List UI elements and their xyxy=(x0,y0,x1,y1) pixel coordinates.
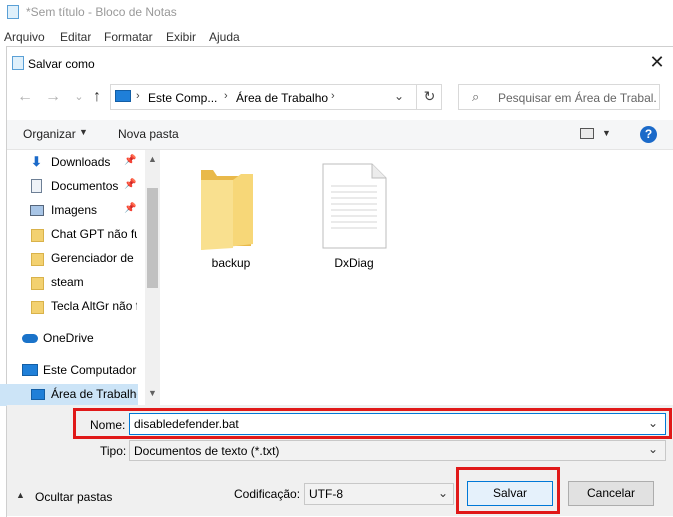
filename-label: Nome: xyxy=(90,418,126,432)
folder-icon xyxy=(31,301,44,314)
filename-dropdown-icon[interactable]: ⌄ xyxy=(648,416,658,430)
computer-icon xyxy=(115,90,131,102)
save-button[interactable]: Salvar xyxy=(467,481,553,506)
sidebar-item-gerenciador[interactable]: Gerenciador de D xyxy=(0,248,138,270)
sidebar-item-onedrive[interactable]: OneDrive xyxy=(0,328,138,350)
sidebar-item-este-computador[interactable]: Este Computador xyxy=(0,360,138,382)
menu-ajuda[interactable]: Ajuda xyxy=(209,30,240,44)
sidebar-item-steam[interactable]: steam xyxy=(0,272,138,294)
back-icon[interactable]: ← xyxy=(16,88,34,106)
file-item-dxdiag[interactable]: DxDiag xyxy=(314,160,394,275)
cancel-button[interactable]: Cancelar xyxy=(568,481,654,506)
forward-icon[interactable]: → xyxy=(44,88,62,106)
breadcrumb-separator-icon: › xyxy=(331,90,335,102)
chevron-down-icon[interactable]: ⌄ xyxy=(438,486,448,500)
view-options-icon[interactable] xyxy=(580,128,594,139)
filename-value: disabledefender.bat xyxy=(134,417,239,431)
sidebar-item-downloads[interactable]: ⬇ Downloads 📌 xyxy=(0,152,138,174)
nav-scrollbar-thumb[interactable] xyxy=(147,188,158,288)
close-icon[interactable]: ✕ xyxy=(646,52,668,72)
sidebar-item-area-de-trabalho[interactable]: Área de Trabalho xyxy=(0,384,138,406)
image-icon xyxy=(30,205,44,216)
dialog-title: Salvar como xyxy=(28,57,95,71)
pin-icon: 📌 xyxy=(124,203,137,214)
sidebar-item-imagens[interactable]: Imagens 📌 xyxy=(0,200,138,222)
help-icon[interactable]: ? xyxy=(640,126,657,143)
folder-icon xyxy=(31,253,44,266)
up-icon[interactable]: ↑ xyxy=(88,88,106,106)
chevron-down-icon[interactable]: ⌄ xyxy=(648,442,658,456)
text-file-icon xyxy=(322,163,387,249)
filetype-value: Documentos de texto (*.txt) xyxy=(134,444,280,458)
encoding-label: Codificação: xyxy=(234,487,301,501)
breadcrumb-area-de-trabalho[interactable]: Área de Trabalho xyxy=(236,91,328,105)
encoding-value: UTF-8 xyxy=(309,487,343,501)
breadcrumb-separator-icon: › xyxy=(224,90,228,102)
menu-editar[interactable]: Editar xyxy=(60,30,91,44)
address-dropdown-icon[interactable]: ⌄ xyxy=(390,89,408,105)
menu-arquivo[interactable]: Arquivo xyxy=(4,30,45,44)
chevron-down-icon: ▼ xyxy=(79,127,88,137)
menu-formatar[interactable]: Formatar xyxy=(104,30,153,44)
pin-icon: 📌 xyxy=(124,179,137,190)
breadcrumb-separator-icon: › xyxy=(136,90,140,102)
folder-icon xyxy=(201,170,253,250)
notepad-title: *Sem título - Bloco de Notas xyxy=(26,5,177,19)
filetype-label: Tipo: xyxy=(100,444,127,458)
organize-button[interactable]: Organizar xyxy=(23,127,76,141)
computer-icon xyxy=(22,364,38,376)
chevron-up-icon[interactable]: ▲ xyxy=(16,490,25,500)
menu-exibir[interactable]: Exibir xyxy=(166,30,196,44)
folder-icon xyxy=(31,277,44,290)
dialog-icon xyxy=(12,56,24,70)
sidebar-item-documentos[interactable]: Documentos 📌 xyxy=(0,176,138,198)
new-folder-button[interactable]: Nova pasta xyxy=(118,127,179,141)
search-icon: ⌕ xyxy=(472,89,480,104)
pin-icon: 📌 xyxy=(124,155,137,166)
scroll-up-icon[interactable]: ▲ xyxy=(147,154,158,164)
document-icon xyxy=(31,179,42,193)
refresh-icon[interactable]: ↻ xyxy=(416,84,442,110)
file-item-backup[interactable]: backup xyxy=(191,160,271,275)
sidebar-item-chat-gpt[interactable]: Chat GPT não fu xyxy=(0,224,138,246)
notepad-icon xyxy=(7,5,19,19)
cloud-icon xyxy=(22,334,38,343)
scroll-down-icon[interactable]: ▼ xyxy=(147,388,158,398)
download-icon: ⬇ xyxy=(31,154,42,169)
folder-icon xyxy=(31,229,44,242)
sidebar-item-tecla-altgr[interactable]: Tecla AltGr não f xyxy=(0,296,138,318)
toolbar xyxy=(7,120,673,150)
desktop-icon xyxy=(31,389,45,400)
breadcrumb-este-computador[interactable]: Este Comp... xyxy=(148,91,217,105)
chevron-down-icon[interactable]: ▼ xyxy=(602,128,611,138)
recent-dropdown-icon[interactable]: ⌄ xyxy=(70,88,88,106)
search-placeholder: Pesquisar em Área de Trabal... xyxy=(498,91,656,105)
hide-folders-button[interactable]: Ocultar pastas xyxy=(35,490,112,504)
